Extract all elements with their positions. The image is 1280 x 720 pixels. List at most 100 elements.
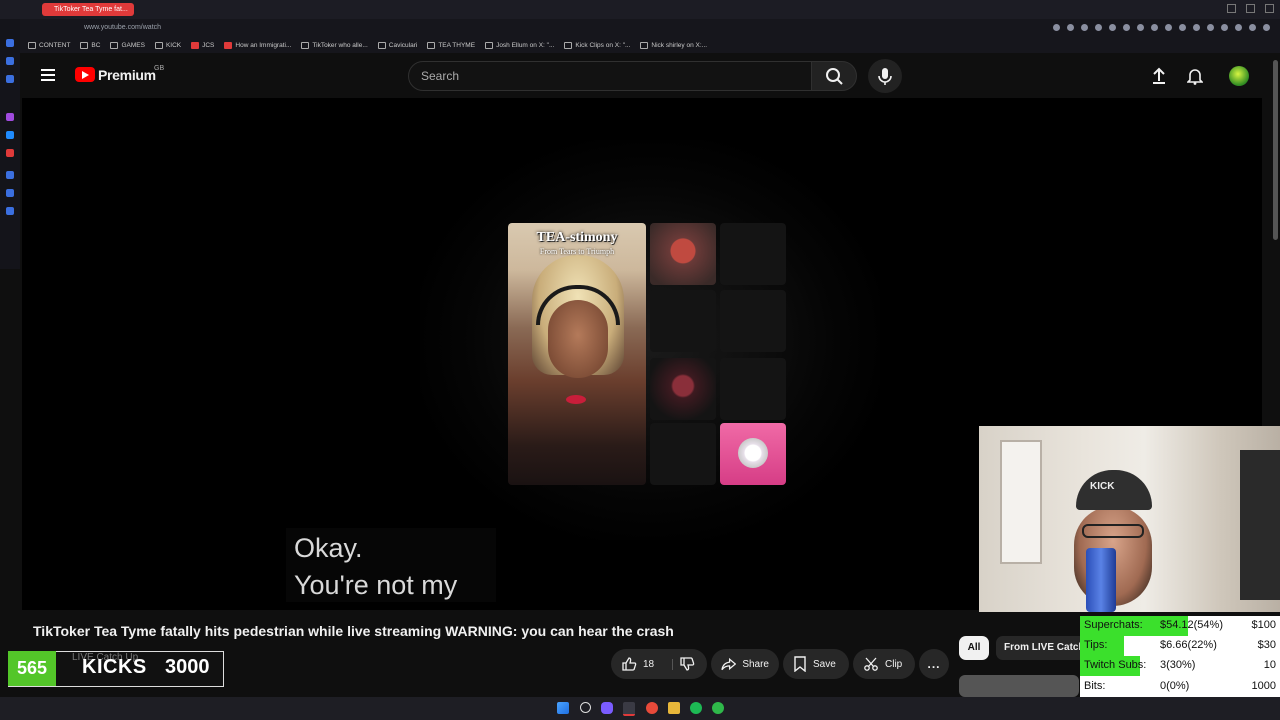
- webcam-window-image: [1000, 440, 1042, 564]
- save-button[interactable]: Save: [783, 649, 849, 679]
- caption-line: Okay.: [294, 533, 363, 563]
- upload-icon[interactable]: [1151, 67, 1167, 85]
- caption-box: Okay. You're not my: [286, 528, 496, 602]
- more-actions-button[interactable]: ...: [919, 649, 949, 679]
- page-scrollbar[interactable]: [1273, 60, 1278, 240]
- caption-line: You're not my: [294, 570, 458, 600]
- goal-label: Tips:: [1084, 639, 1108, 651]
- sidebar-app-icon[interactable]: [6, 171, 14, 179]
- share-button[interactable]: Share: [711, 649, 779, 679]
- webcam-glasses-image: [1082, 524, 1144, 538]
- webcam-curtain-image: [1240, 450, 1280, 600]
- goal-value: $54.12(54%): [1160, 619, 1223, 631]
- clip-label: Clip: [885, 658, 903, 670]
- browser-sidebar: [0, 19, 20, 269]
- search-icon: [826, 68, 843, 85]
- streamer-lips-image: [566, 395, 586, 404]
- menu-icon[interactable]: [41, 69, 55, 81]
- mic-icon: [878, 68, 892, 85]
- bookmark-item[interactable]: GAMES: [110, 42, 145, 49]
- thumbs-down-icon[interactable]: [679, 656, 695, 672]
- participant-tile: [650, 290, 716, 352]
- app-taskbar-icon[interactable]: [646, 702, 658, 714]
- sidebar-app-icon[interactable]: [6, 75, 14, 83]
- cap-logo: KICK: [1090, 481, 1115, 492]
- search-taskbar-icon[interactable]: [580, 702, 591, 713]
- goal-row: Bits: 0(0%) 1000: [1080, 677, 1280, 697]
- sidebar-app-icon[interactable]: [6, 57, 14, 65]
- xbox-icon[interactable]: [712, 702, 724, 714]
- tile-subtitle: From Tears to Triumph: [539, 247, 615, 256]
- goal-value: 3(30%): [1160, 659, 1196, 671]
- goal-label: Twitch Subs:: [1084, 659, 1147, 671]
- voice-search-button[interactable]: [868, 59, 902, 93]
- participant-tile: [720, 358, 786, 420]
- share-icon: [721, 657, 737, 671]
- goal-label: Superchats:: [1084, 619, 1143, 631]
- sidebar-app-icon[interactable]: [6, 189, 14, 197]
- url-text[interactable]: www.youtube.com/watch: [84, 24, 161, 31]
- webcam-can-image: [1086, 548, 1116, 612]
- clip-button[interactable]: Clip: [853, 649, 915, 679]
- search-placeholder: Search: [421, 69, 460, 83]
- spotify-icon[interactable]: [690, 702, 702, 714]
- save-label: Save: [813, 658, 836, 670]
- start-icon[interactable]: [557, 702, 569, 714]
- sidebar-app-icon[interactable]: [6, 131, 14, 139]
- share-label: Share: [742, 658, 769, 670]
- tab-active[interactable]: TikToker Tea Tyme fat...: [42, 3, 134, 16]
- bookmark-item[interactable]: TEA THYME: [427, 42, 475, 49]
- scissors-icon: [864, 657, 878, 671]
- bookmark-item[interactable]: Caviculari: [377, 42, 417, 49]
- tile-title: TEA-stimony: [536, 230, 618, 245]
- chip-from-channel[interactable]: From LIVE Catch: [996, 636, 1086, 660]
- goal-value: 0(0%): [1160, 680, 1190, 692]
- chip-all[interactable]: All: [959, 636, 989, 660]
- more-icon: ...: [927, 657, 941, 671]
- bookmark-item[interactable]: CONTENT: [28, 42, 70, 49]
- bookmark-item[interactable]: KICK: [154, 42, 181, 49]
- like-button[interactable]: 18: [611, 649, 707, 679]
- bookmark-item[interactable]: BC: [80, 42, 100, 49]
- window-controls[interactable]: [1227, 4, 1274, 13]
- discord-icon[interactable]: [601, 702, 613, 714]
- sidebar-app-icon[interactable]: [6, 39, 14, 47]
- bookmark-item[interactable]: TikToker who alle...: [301, 42, 368, 49]
- bookmark-item[interactable]: JCS: [191, 42, 214, 49]
- search-input[interactable]: [408, 61, 812, 91]
- like-count: 18: [643, 658, 674, 670]
- participant-tile: [650, 423, 716, 485]
- bookmark-item[interactable]: Kick Clips on X: "...: [564, 42, 630, 49]
- participant-tile: [650, 358, 716, 420]
- bookmarks-bar: CONTENT BC GAMES KICK JCS How an Immigra…: [20, 38, 1280, 53]
- search-button[interactable]: [811, 61, 857, 91]
- bookmark-item[interactable]: Nick shirley on X:...: [640, 42, 707, 49]
- sidebar-app-icon[interactable]: [6, 113, 14, 121]
- extension-icons[interactable]: [1053, 24, 1270, 31]
- kicks-label: KICKS: [82, 656, 147, 678]
- kicks-goal: 3000: [165, 656, 210, 678]
- goal-target: 10: [1263, 659, 1276, 671]
- participant-tile: [720, 290, 786, 352]
- account-avatar[interactable]: [1229, 66, 1249, 86]
- sidebar-app-icon[interactable]: [6, 149, 14, 157]
- youtube-logo-icon[interactable]: [75, 67, 95, 82]
- folder-icon[interactable]: [668, 702, 680, 714]
- bookmark-item[interactable]: Josh Ellum on X: "...: [485, 42, 554, 49]
- video-title: TikToker Tea Tyme fatally hits pedestria…: [33, 623, 674, 639]
- sidebar-app-icon[interactable]: [6, 207, 14, 215]
- goal-row: Superchats: $54.12(54%) $100: [1080, 616, 1280, 636]
- goal-label: Bits:: [1084, 680, 1106, 692]
- participant-tile: [650, 223, 716, 285]
- browser-tab-bar: [0, 0, 1280, 19]
- sticker-image: [738, 438, 768, 468]
- participant-tile: [720, 223, 786, 285]
- thumbs-up-icon: [622, 657, 637, 671]
- notifications-icon[interactable]: [1187, 67, 1203, 85]
- recommended-thumbnail[interactable]: [959, 675, 1079, 697]
- goal-target: $30: [1257, 639, 1276, 651]
- browser-taskbar-icon[interactable]: [623, 702, 635, 716]
- logo-text[interactable]: Premium: [98, 67, 156, 83]
- goal-row: Tips: $6.66(22%) $30: [1080, 636, 1280, 656]
- bookmark-item[interactable]: How an Immigrati...: [224, 42, 291, 49]
